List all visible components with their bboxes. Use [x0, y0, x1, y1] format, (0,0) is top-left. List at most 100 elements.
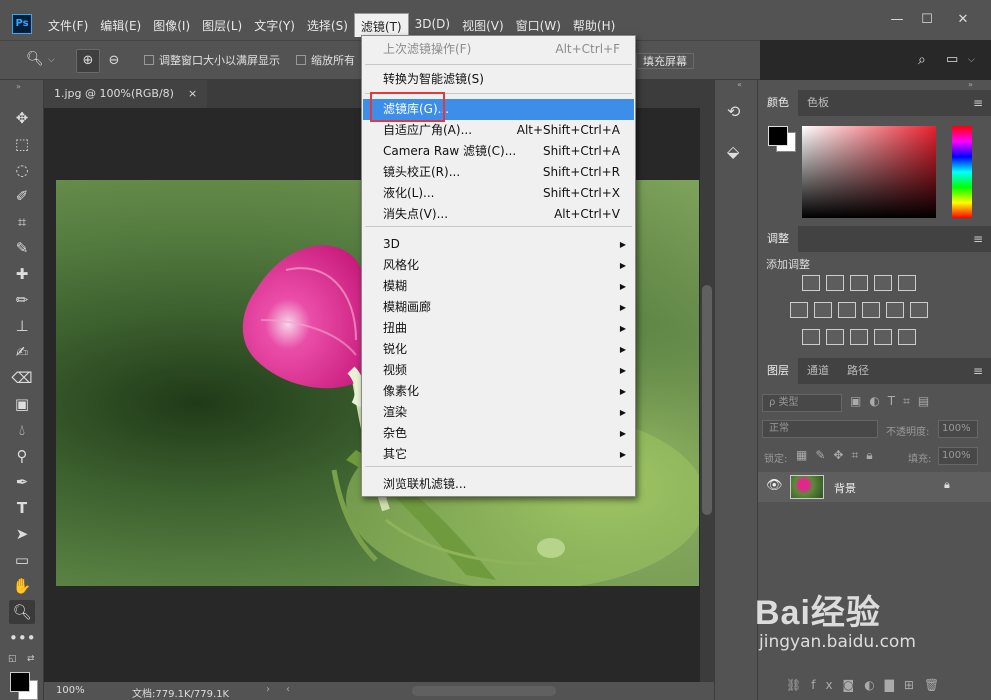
hand-tool-icon[interactable]: ✋ [9, 574, 35, 598]
menu-item[interactable]: 文字(Y) [248, 13, 301, 37]
fill-input[interactable]: 100% [938, 447, 978, 465]
filter-menu-item[interactable]: 消失点(V)... Alt+Ctrl+V [363, 204, 634, 225]
eyedropper-tool-icon[interactable]: ✎ [9, 236, 35, 260]
exposure-icon[interactable] [874, 275, 892, 291]
filter-menu-item[interactable]: 自适应广角(A)... Alt+Shift+Ctrl+A [363, 120, 634, 141]
quick-select-tool-icon[interactable]: ✐ [9, 184, 35, 208]
filter-menu-item[interactable]: 其它 ▶ [363, 444, 634, 465]
tab-color[interactable]: 颜色 [758, 90, 798, 116]
blur-tool-icon[interactable]: 💧︎ [9, 418, 35, 442]
menu-item[interactable]: 图像(I) [147, 13, 196, 37]
zoom-out-button[interactable]: ⊖ [102, 49, 126, 73]
filter-menu-item[interactable]: 锐化 ▶ [363, 339, 634, 360]
crop-tool-icon[interactable]: ⌗ [9, 210, 35, 234]
search-icon[interactable]: ⌕ [918, 52, 926, 68]
document-tab-close-icon[interactable]: × [188, 87, 197, 100]
opacity-input[interactable]: 100% [938, 420, 978, 438]
resize-windows-checkbox[interactable]: 调整窗口大小以满屏显示 [144, 52, 280, 70]
zoom-in-button[interactable]: ⊕ [76, 49, 100, 73]
menu-item[interactable]: 选择(S) [301, 13, 354, 37]
menu-item[interactable]: 图层(L) [196, 13, 248, 37]
filter-menu-item[interactable]: 视频 ▶ [363, 360, 634, 381]
type-tool-icon[interactable]: T [9, 496, 35, 520]
history-panel-icon[interactable]: ⟲ [727, 102, 740, 121]
pen-tool-icon[interactable]: ✒ [9, 470, 35, 494]
tab-swatches[interactable]: 色板 [798, 90, 838, 116]
gradient-map-icon[interactable] [898, 329, 916, 345]
collapse-right-icon[interactable]: » [968, 80, 973, 89]
fg-color-chip[interactable] [768, 126, 788, 146]
filter-menu-item[interactable]: 镜头校正(R)... Shift+Ctrl+R [363, 162, 634, 183]
filter-menu-item[interactable]: 模糊 ▶ [363, 276, 634, 297]
filter-menu-item[interactable]: 渲染 ▶ [363, 402, 634, 423]
expand-panels-icon[interactable]: « [737, 80, 742, 89]
layer-kind-filter[interactable]: ρ 类型 [762, 394, 842, 412]
color-field[interactable] [802, 126, 936, 218]
tab-layers[interactable]: 图层 [758, 358, 798, 384]
layer-bottom-icons[interactable]: ⛓fx◙◐▇⊞🗑︎ [786, 678, 949, 692]
levels-icon[interactable] [826, 275, 844, 291]
scroll-left-icon[interactable]: ‹ [286, 684, 290, 695]
horizontal-scrollbar-thumb[interactable] [412, 686, 556, 696]
rectangle-tool-icon[interactable]: ▭ [9, 548, 35, 572]
menu-item[interactable]: 滤镜(T) [353, 13, 409, 37]
filter-menu-item[interactable]: 3D ▶ [363, 234, 634, 255]
brush-tool-icon[interactable]: ✏ [9, 288, 35, 312]
filter-menu-item[interactable]: 杂色 ▶ [363, 423, 634, 444]
invert-icon[interactable] [802, 329, 820, 345]
healing-brush-tool-icon[interactable]: ✚ [9, 262, 35, 286]
menu-item[interactable]: 视图(V) [456, 13, 510, 37]
3d-panel-icon[interactable]: ⬙ [727, 142, 739, 161]
maximize-button[interactable]: ☐ [912, 10, 942, 30]
layers-panel-menu-icon[interactable]: ≡ [973, 358, 983, 384]
workspace-chevron-icon[interactable]: ⌵ [968, 55, 975, 65]
workspace-icon[interactable]: ▭ [946, 52, 958, 67]
curves-icon[interactable] [850, 275, 868, 291]
blend-mode-select[interactable]: 正常 [762, 420, 878, 438]
filter-menu-item[interactable]: Camera Raw 滤镜(C)... Shift+Ctrl+A [363, 141, 634, 162]
menu-item[interactable]: 编辑(E) [94, 13, 147, 37]
threshold-icon[interactable] [850, 329, 868, 345]
menu-item[interactable]: 文件(F) [42, 13, 94, 37]
lock-icons[interactable]: ▦✎✥⌗🔒︎ [796, 448, 881, 463]
filter-menu-item[interactable]: 模糊画廊 ▶ [363, 297, 634, 318]
channel-mixer-icon[interactable] [886, 302, 904, 318]
vertical-scrollbar-thumb[interactable] [702, 285, 712, 515]
path-select-tool-icon[interactable]: ➤ [9, 522, 35, 546]
close-button[interactable]: ✕ [948, 10, 978, 30]
color-panel-menu-icon[interactable]: ≡ [973, 90, 983, 116]
foreground-color-swatch[interactable] [10, 672, 30, 692]
filter-menu-item[interactable]: 风格化 ▶ [363, 255, 634, 276]
selective-color-icon[interactable] [874, 329, 892, 345]
stamp-tool-icon[interactable]: ⊥ [9, 314, 35, 338]
layer-filter-icons[interactable]: ▣◐T⌗▤ [850, 394, 937, 409]
menu-item[interactable]: 窗口(W) [510, 13, 567, 37]
document-tab[interactable]: 1.jpg @ 100%(RGB/8) × [44, 80, 208, 108]
info-arrow-icon[interactable]: › [266, 684, 270, 695]
filter-menu-item[interactable]: 像素化 ▶ [363, 381, 634, 402]
zoom-tool-icon[interactable]: 🔍︎ [9, 600, 35, 624]
brightness-icon[interactable] [802, 275, 820, 291]
chevron-down-icon[interactable]: ⌵ [48, 55, 55, 65]
posterize-icon[interactable] [826, 329, 844, 345]
zoom-tool-icon[interactable]: 🔍︎ [26, 51, 44, 67]
fill-screen-button[interactable]: 填充屏幕 [636, 53, 694, 69]
tab-channels[interactable]: 通道 [798, 358, 838, 384]
adjust-panel-menu-icon[interactable]: ≡ [973, 226, 983, 252]
vibrance-icon[interactable] [898, 275, 916, 291]
filter-menu-item[interactable]: 液化(L)... Shift+Ctrl+X [363, 183, 634, 204]
default-colors-icon[interactable]: ◱ [8, 654, 17, 664]
tab-paths[interactable]: 路径 [838, 358, 878, 384]
tab-adjustments[interactable]: 调整 [758, 226, 798, 252]
layer-name[interactable]: 背景 [834, 480, 856, 496]
hue-sat-icon[interactable] [790, 302, 808, 318]
photo-filter-icon[interactable] [862, 302, 880, 318]
color-lookup-icon[interactable] [910, 302, 928, 318]
layer-row-background[interactable]: 👁︎ 背景 🔒︎ [758, 472, 991, 502]
minimize-button[interactable]: — [882, 10, 912, 30]
color-balance-icon[interactable] [814, 302, 832, 318]
hue-slider[interactable] [952, 126, 972, 218]
menu-item[interactable]: 帮助(H) [567, 13, 621, 37]
menu-item[interactable]: 3D(D) [409, 13, 456, 37]
swap-colors-icon[interactable]: ⇄ [27, 654, 35, 664]
